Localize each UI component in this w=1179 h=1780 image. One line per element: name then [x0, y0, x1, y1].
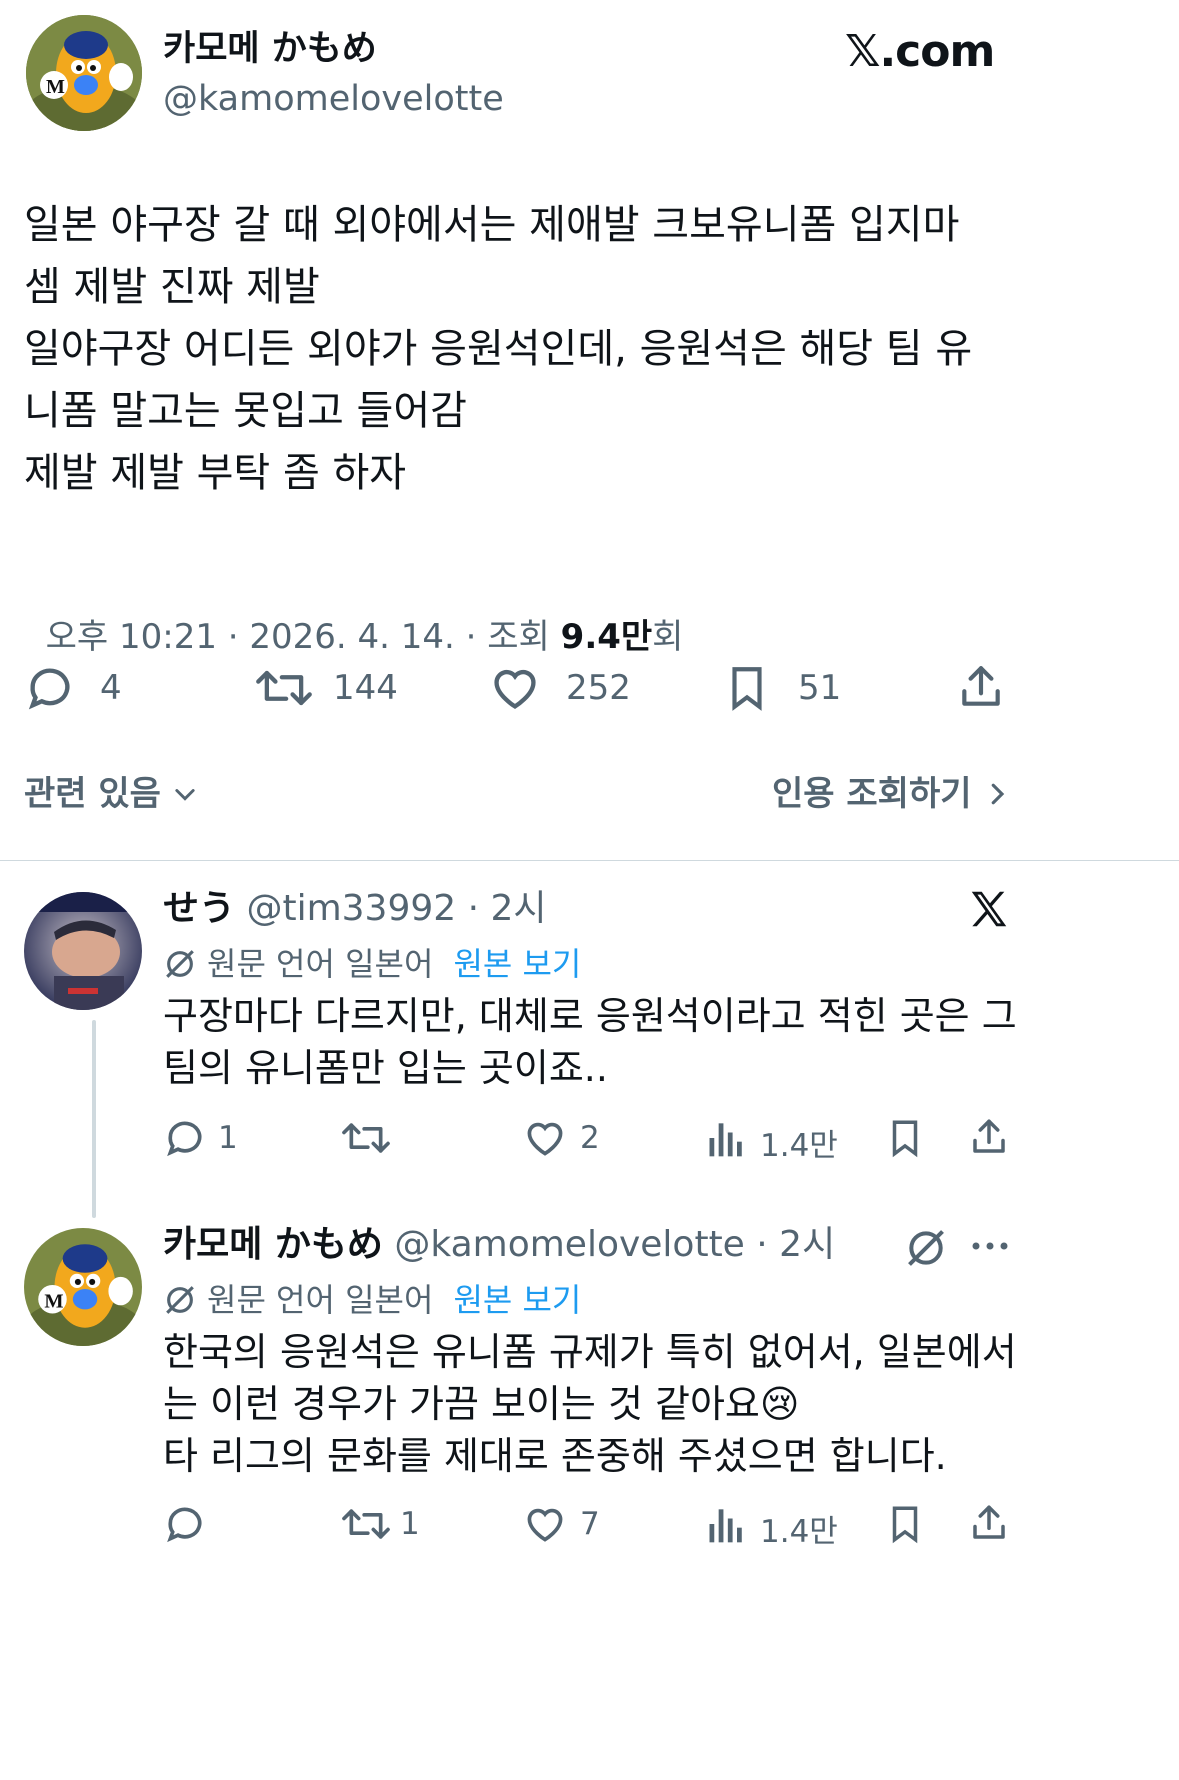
retweet-count: 144 [333, 668, 398, 708]
like-count: 7 [580, 1506, 600, 1542]
author-display-name[interactable]: 카모메 かもめ [163, 28, 377, 70]
reply-handle-time[interactable]: @tim33992 · 2시 [246, 888, 546, 929]
x-com-logo: 𝕏.com [845, 26, 995, 77]
translate-slash-icon [163, 947, 197, 981]
retweet-icon[interactable] [340, 1116, 392, 1160]
reply-line: 구장마다 다르지만, 대체로 응원석이라고 적힌 곳은 그 [163, 994, 1017, 1038]
svg-text:M: M [46, 76, 65, 98]
like-icon[interactable] [488, 662, 542, 714]
share-icon[interactable] [968, 1500, 1010, 1546]
reply-count: 1 [218, 1120, 238, 1156]
like-count: 252 [566, 668, 631, 708]
tweet-line: 일야구장 어디든 외야가 응원석인데, 응원석은 해당 팀 유 [24, 326, 973, 372]
x-logo-icon [966, 886, 1012, 932]
reply-author-avatar[interactable] [24, 892, 142, 1010]
tweet-line: 니폼 말고는 못입고 들어감 [24, 388, 467, 434]
reply-icon[interactable] [163, 1116, 207, 1160]
tweet-meta: 오후 10:21 · 2026. 4. 14. · 조회 9.4만회 [24, 574, 684, 658]
views-count: 1.4만 [760, 1128, 838, 1164]
like-count: 2 [580, 1120, 600, 1156]
reply-line: 는 이런 경우가 가끔 보이는 것 같아요 [163, 1382, 760, 1426]
reply-line-with-emoji: 는 이런 경우가 가끔 보이는 것 같아요😢 [163, 1378, 1153, 1430]
translated-from-label: 원문 언어 일본어 [207, 945, 434, 983]
views-count: 1.4만 [760, 1514, 838, 1550]
tweet-body: 일본 야구장 갈 때 외야에서는 제애발 크보유니폼 입지마 셈 제발 진짜 제… [24, 194, 1154, 504]
like-icon[interactable] [522, 1116, 568, 1160]
reply-line: 한국의 응원석은 유니폼 규제가 특히 없어서, 일본에서 [163, 1330, 1017, 1374]
mascot-avatar-image: M [24, 1228, 142, 1346]
svg-text:M: M [44, 1290, 63, 1312]
tweet-line: 셈 제발 진짜 제발 [24, 264, 320, 310]
translated-from-label: 원문 언어 일본어 [207, 1281, 434, 1319]
views-suffix: 회 [652, 617, 684, 657]
crying-face-emoji: 😢 [759, 1382, 800, 1426]
author-handle[interactable]: @kamomelovelotte [163, 78, 504, 120]
views-count: 9.4만 [560, 617, 653, 657]
translate-slash-icon [163, 1283, 197, 1317]
player-avatar-image [24, 892, 142, 1010]
thread-connector-line [92, 1020, 96, 1218]
mascot-avatar-image: M [26, 15, 142, 131]
show-original-link[interactable]: 원본 보기 [453, 1280, 581, 1320]
reply-count: 4 [100, 668, 122, 708]
chevron-right-icon [986, 779, 1008, 809]
reply-handle-time[interactable]: @kamomelovelotte · 2시 [394, 1224, 835, 1265]
related-label: 관련 있음 [24, 774, 161, 814]
reply-display-name[interactable]: せう [163, 888, 235, 929]
related-toggle[interactable]: 관련 있음 [24, 772, 199, 816]
share-icon[interactable] [956, 660, 1006, 714]
tweet-line: 제발 제발 부탁 좀 하자 [24, 450, 407, 496]
bookmark-icon[interactable] [884, 1116, 926, 1160]
reply-header: 카모메 かもめ @kamomelovelotte · 2시 [163, 1222, 835, 1268]
view-quotes-link[interactable]: 인용 조회하기 [772, 772, 1008, 816]
more-options-icon[interactable] [970, 1236, 1010, 1256]
reply-display-name[interactable]: 카모메 かもめ [163, 1224, 383, 1265]
share-icon[interactable] [968, 1114, 1010, 1160]
reply-body: 한국의 응원석은 유니폼 규제가 특히 없어서, 일본에서 는 이런 경우가 가… [163, 1326, 1153, 1482]
reply-line: 타 리그의 문화를 제대로 존중해 주셨으면 합니다. [163, 1434, 947, 1478]
translate-slash-icon[interactable] [904, 1226, 948, 1270]
reply-author-avatar[interactable]: M [24, 1228, 142, 1346]
quotes-label: 인용 조회하기 [772, 774, 972, 814]
tweet-line: 일본 야구장 갈 때 외야에서는 제애발 크보유니폼 입지마 [24, 202, 960, 248]
retweet-icon[interactable] [340, 1502, 392, 1546]
bookmark-count: 51 [798, 668, 842, 708]
bookmark-icon[interactable] [884, 1502, 926, 1546]
reply-icon[interactable] [24, 662, 76, 714]
author-avatar[interactable]: M [26, 15, 142, 131]
chevron-down-icon [171, 780, 199, 808]
reply-body: 구장마다 다르지만, 대체로 응원석이라고 적힌 곳은 그 팀의 유니폼만 입는… [163, 990, 1153, 1094]
section-divider [0, 860, 1179, 861]
views-icon[interactable] [706, 1502, 746, 1546]
translation-note: 원문 언어 일본어 원본 보기 [163, 944, 581, 984]
show-original-link[interactable]: 원본 보기 [453, 944, 581, 984]
translation-note: 원문 언어 일본어 원본 보기 [163, 1280, 581, 1320]
retweet-count: 1 [400, 1506, 420, 1542]
like-icon[interactable] [522, 1502, 568, 1546]
tweet-timestamp[interactable]: 오후 10:21 · 2026. 4. 14. · 조회 [46, 617, 561, 657]
retweet-icon[interactable] [254, 662, 314, 714]
views-icon[interactable] [706, 1116, 746, 1160]
reply-header: せう @tim33992 · 2시 [163, 886, 547, 932]
reply-icon[interactable] [163, 1502, 207, 1546]
bookmark-icon[interactable] [722, 662, 772, 714]
reply-line: 팀의 유니폼만 입는 곳이죠.. [163, 1046, 608, 1090]
